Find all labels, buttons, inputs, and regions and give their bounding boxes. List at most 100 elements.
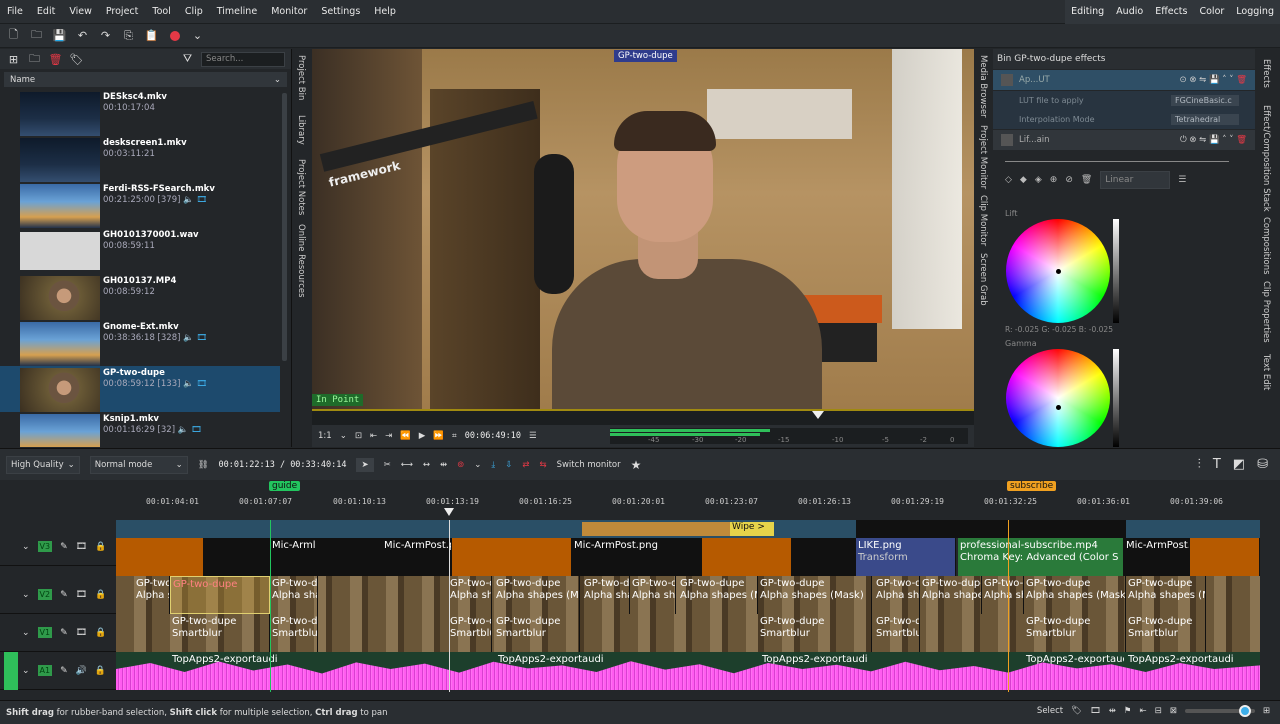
track-name[interactable]: V1 (37, 627, 53, 638)
favorite-star-icon[interactable]: ★ (631, 458, 642, 472)
new-file-icon[interactable]: 🗋 (6, 28, 21, 43)
timeline-clip[interactable]: GP-two-dupeSmartblur (170, 614, 270, 652)
delete-icon[interactable]: 🗑 (48, 52, 63, 67)
insert-icon[interactable]: ⤓ (491, 460, 495, 470)
forward-icon[interactable]: ⏩ (433, 431, 444, 441)
film-icon[interactable]: 🎞 (76, 590, 87, 600)
interp-mode-select[interactable]: Tetrahedral (1171, 114, 1239, 125)
keyframe-icon[interactable]: ⊘ (1065, 175, 1073, 185)
menu-timeline[interactable]: Timeline (210, 0, 264, 24)
timeline-clip[interactable]: GP-two-dupeSmartblur (448, 614, 492, 652)
layout-color[interactable]: Color (1193, 0, 1230, 24)
effect-icon[interactable]: ✎ (60, 628, 68, 638)
menu-monitor[interactable]: Monitor (264, 0, 314, 24)
tab-compositions[interactable]: Compositions (1261, 217, 1271, 275)
track-name[interactable]: V2 (37, 589, 53, 600)
timeline-clip[interactable] (116, 538, 204, 576)
timeline-clip[interactable]: GP-two-dupeSmartblur (270, 614, 318, 652)
timeline-clip[interactable]: GP-two-dupeSmartblur (1024, 614, 1126, 652)
timeline-clip[interactable]: GP-two-dupeSmartblur (494, 614, 580, 652)
lock-icon[interactable]: 🔒 (95, 666, 106, 676)
list-item[interactable]: DESksc4.mkv 00:10:17:04 (0, 90, 280, 136)
menu-settings[interactable]: Settings (314, 0, 367, 24)
film-icon[interactable]: 🎞 (76, 542, 87, 552)
list-item[interactable]: Gnome-Ext.mkv 00:38:36:18 [328] 🔈 🎞 (0, 320, 280, 366)
menu-clip[interactable]: Clip (178, 0, 210, 24)
chevron-down-icon[interactable]: ⌄ (340, 431, 347, 441)
tab-effects[interactable]: Effects (1261, 59, 1271, 88)
timeline-clip[interactable]: professional-subscribe.mp4 Chroma Key: Ad… (958, 538, 1124, 576)
overwrite-icon[interactable]: ⇩ (505, 460, 512, 470)
timeline-preview-icon[interactable]: ⛓ (198, 460, 209, 470)
bin-search-input[interactable]: Search... (201, 52, 285, 67)
timeline-clip[interactable] (204, 538, 270, 576)
gamma-slider[interactable] (1113, 349, 1119, 447)
layout-editing[interactable]: Editing (1065, 0, 1110, 24)
list-item[interactable]: Ksnip1.mkv 00:01:16:29 [32] 🔈 🎞 (0, 412, 280, 447)
lift-icon[interactable]: ⇆ (539, 460, 546, 470)
list-item[interactable]: deskscreen1.mkv 00:03:11:21 (0, 136, 280, 182)
effect-icon[interactable]: ✎ (60, 666, 68, 676)
list-item[interactable]: GH0101370001.wav 00:08:59:11 (0, 228, 280, 274)
crop-icon[interactable]: ⌗ (452, 431, 457, 441)
chevron-down-icon[interactable]: ⌄ (22, 666, 30, 676)
timeline-clip[interactable]: Mic-ArmPost.png (382, 538, 452, 576)
redo-icon[interactable]: ↷ (98, 28, 113, 43)
chevron-down-icon[interactable]: ⌄ (474, 460, 481, 470)
tab-screen-grab[interactable]: Screen Grab (978, 253, 988, 306)
keyframe-icon[interactable]: ⊕ (1050, 175, 1058, 185)
guide-marker[interactable]: guide (269, 481, 301, 491)
effect-icon[interactable]: ✎ (60, 590, 68, 600)
lut-file-select[interactable]: FGCineBasic.c (1171, 95, 1239, 106)
record-icon[interactable] (167, 28, 182, 43)
timeline-clip[interactable] (452, 538, 572, 576)
effect-lift-gamma-gain[interactable]: Lif...ain ⏻ ⊗ ⇋ 💾 ˄ ˅ 🗑 (993, 130, 1255, 150)
keyframe-icon[interactable]: ◈ (1035, 175, 1042, 185)
chevron-down-icon[interactable]: ⌄ (22, 628, 30, 638)
timeline-clip[interactable]: GP-two-dupeAlpha shapes (Mask) (678, 576, 758, 614)
timeline-clip[interactable]: Mic-Arml (270, 538, 382, 576)
lock-icon[interactable]: 🔒 (95, 542, 106, 552)
marker-icon[interactable]: ⚑ (1124, 706, 1132, 716)
timeline-clip[interactable]: Mic-ArmPost.png (1124, 538, 1190, 576)
zoom-in-icon[interactable]: ⊞ (1263, 706, 1270, 716)
timeline-clip[interactable]: GP-two-dupeAlpha shapes (Mask) (582, 576, 630, 614)
timeline-clip[interactable] (1190, 538, 1260, 576)
add-clip-icon[interactable]: ⊞ (6, 52, 21, 67)
film-icon[interactable]: 🎞 (1090, 706, 1101, 716)
list-item[interactable]: GH010137.MP4 00:08:59:12 (0, 274, 280, 320)
track-name[interactable]: V3 (37, 541, 53, 552)
set-in-icon[interactable]: ⇤ (370, 431, 377, 441)
paste-icon[interactable]: 📋 (144, 28, 159, 43)
menu-view[interactable]: View (62, 0, 99, 24)
list-item[interactable]: Ferdi-RSS-FSearch.mkv 00:21:25:00 [379] 🔈… (0, 182, 280, 228)
timeline-clip[interactable]: GP-two-dupeAlpha shapes (Mask) (758, 576, 872, 614)
timeline-clip[interactable]: Mic-ArmPost.png (572, 538, 702, 576)
effect-icon[interactable]: ✎ (60, 542, 68, 552)
menu-tool[interactable]: Tool (145, 0, 177, 24)
fit-zoom-icon[interactable]: ⊠ (1170, 706, 1177, 716)
guide-marker[interactable]: subscribe (1007, 481, 1057, 491)
layout-logging[interactable]: Logging (1230, 0, 1280, 24)
bin-scrollbar[interactable] (282, 93, 287, 361)
timeline-clip[interactable]: GP-two-dupeAlpha shapes (Mask) (920, 576, 982, 614)
keyframe-icon[interactable]: ◇ (1005, 175, 1012, 185)
filter-icon[interactable]: ⛛ (180, 52, 195, 67)
zoom-out-icon[interactable]: ⊟ (1155, 706, 1162, 716)
timeline-clip[interactable]: GP-two-dupeSmartblur (1126, 614, 1206, 652)
timeline-clip[interactable]: GP-two-dupeAlpha shapes (Mask) (982, 576, 1024, 614)
database-icon[interactable]: ⛁ (1257, 457, 1268, 472)
copy-icon[interactable]: ⎘ (121, 28, 136, 43)
timeline-playhead[interactable] (444, 508, 454, 516)
timeline-clip[interactable]: GP-two-dupeSmartblur (874, 614, 920, 652)
composition-lane[interactable]: Wipe > (116, 520, 1260, 538)
spacer-tool-icon[interactable]: ⟷ (401, 460, 413, 470)
keyframe-bar[interactable] (993, 151, 1255, 171)
menu-help[interactable]: Help (367, 0, 403, 24)
menu-file[interactable]: File (0, 0, 30, 24)
tab-clip-properties[interactable]: Clip Properties (1261, 281, 1271, 343)
extract-icon[interactable]: ⇄ (522, 460, 529, 470)
menu-icon[interactable]: ☰ (529, 431, 537, 441)
list-item[interactable]: GP-two-dupe 00:08:59:12 [133] 🔈 🎞 (0, 366, 280, 412)
timeline-clip[interactable]: GP-two-dupeSmartblur (758, 614, 872, 652)
